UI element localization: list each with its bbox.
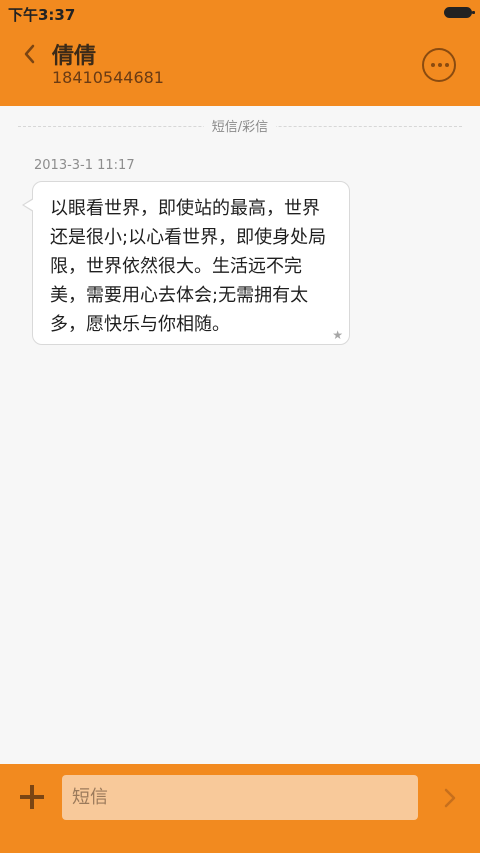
back-button[interactable] — [18, 42, 42, 66]
conversation-header: 倩倩 18410544681 — [0, 26, 480, 106]
more-icon — [431, 63, 449, 69]
message-timestamp: 2013-3-1 11:17 — [34, 158, 135, 173]
star-icon: ★ — [332, 328, 343, 342]
contact-name: 倩倩 — [52, 44, 97, 69]
contact-number: 18410544681 — [52, 68, 164, 87]
channel-label: 短信/彩信 — [203, 120, 277, 135]
composer-bar — [0, 764, 480, 853]
more-button[interactable] — [422, 48, 456, 82]
add-attachment-button[interactable] — [19, 784, 45, 810]
back-icon — [24, 44, 35, 64]
battery-icon — [444, 7, 475, 18]
message-list[interactable]: 短信/彩信 2013-3-1 11:17 以眼看世界，即使站的最高，世界还是很小… — [0, 106, 480, 764]
status-time: 下午3:37 — [8, 6, 76, 24]
send-icon — [444, 788, 456, 808]
send-button[interactable] — [442, 786, 458, 810]
status-bar: 下午3:37 — [0, 0, 480, 26]
message-text: 以眼看世界，即使站的最高，世界还是很小;以心看世界，即使身处局限，世界依然很大。… — [50, 198, 327, 335]
message-input[interactable] — [62, 775, 418, 820]
channel-label-wrap: 短信/彩信 — [0, 116, 480, 135]
message-bubble[interactable]: 以眼看世界，即使站的最高，世界还是很小;以心看世界，即使身处局限，世界依然很大。… — [22, 181, 350, 345]
